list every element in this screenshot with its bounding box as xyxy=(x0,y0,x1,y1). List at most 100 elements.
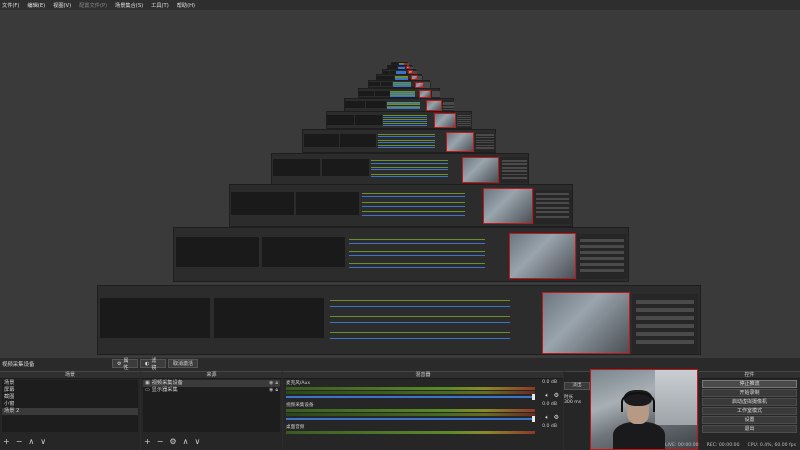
volume-slider-handle[interactable] xyxy=(532,416,535,422)
nested-scenes-list xyxy=(303,133,339,147)
chevron-down-icon[interactable]: ∨ xyxy=(40,437,46,446)
menu-scene-collection[interactable]: 场景集合(S) xyxy=(115,2,143,9)
sources-list: ▣ 视频采集设备 ◉ 🔒︎ ▭ 显示器采集 ◉ 🔒︎ xyxy=(143,380,280,432)
speaker-icon[interactable]: 🔈︎ xyxy=(545,392,549,400)
nested-sources-list xyxy=(380,82,393,87)
nested-control-button xyxy=(457,121,472,123)
nested-control-button xyxy=(413,73,417,75)
source-item[interactable]: ▭ 显示器采集 ◉ 🔒︎ xyxy=(143,387,280,394)
nested-meter xyxy=(362,202,465,204)
scene-item-selected[interactable]: 场景 2 xyxy=(2,408,138,415)
nested-slider xyxy=(349,243,486,245)
nested-slider xyxy=(392,86,412,88)
sources-title: 来源 xyxy=(141,372,282,379)
nested-control-button xyxy=(580,250,624,254)
studio-mode-button[interactable]: 工作室模式 xyxy=(702,407,797,415)
volume-meter xyxy=(286,409,535,412)
nested-control-button xyxy=(636,332,694,336)
nested-obs-window xyxy=(368,80,431,88)
duration-field[interactable]: 300 ms xyxy=(564,400,590,405)
lock-icon[interactable]: 🔒︎ xyxy=(275,380,278,387)
nested-control-button xyxy=(636,316,694,320)
nested-obs-window xyxy=(271,153,529,185)
menu-profile[interactable]: 配置文件(P) xyxy=(79,2,107,9)
nested-scenes-list xyxy=(369,82,381,87)
nested-meter xyxy=(371,173,448,175)
properties-button[interactable]: ⚙ 属性 xyxy=(112,358,138,371)
nested-sources-list xyxy=(321,159,369,177)
nested-sources-list xyxy=(366,101,387,109)
gear-icon[interactable]: ⚙ xyxy=(169,437,176,446)
menu-edit[interactable]: 编辑(E) xyxy=(27,2,45,9)
lock-icon[interactable]: 🔒︎ xyxy=(275,387,278,394)
transition-select[interactable]: 淡出 xyxy=(564,382,590,390)
source-item[interactable]: ▣ 视频采集设备 ◉ 🔒︎ xyxy=(143,380,280,387)
nested-meter xyxy=(349,238,486,240)
mixer-track: 麦克风/Aux 0.0 dB 🔈︎ ⚙ xyxy=(283,379,563,401)
nested-control-button xyxy=(475,147,495,149)
nested-control-button xyxy=(501,166,527,169)
nested-control-button xyxy=(424,86,431,88)
nested-scenes-list xyxy=(359,90,375,97)
cpu-status: CPU: 0.4%, 60.00 fps xyxy=(747,442,796,448)
nested-scenes-list xyxy=(272,159,320,177)
mixer-title: 混音器 xyxy=(283,372,563,379)
menu-file[interactable]: 文件(F) xyxy=(2,2,19,9)
nested-control-button xyxy=(475,137,495,139)
scene-item[interactable]: 截图 xyxy=(2,394,138,401)
sources-footer: + − ⚙ ∧ ∨ xyxy=(144,437,200,446)
gear-icon[interactable]: ⚙ xyxy=(554,392,559,399)
minus-icon[interactable]: − xyxy=(157,437,164,446)
nested-slider xyxy=(396,72,407,74)
nested-obs-window xyxy=(302,129,496,153)
menu-tools[interactable]: 工具(T) xyxy=(151,2,169,9)
preview-canvas[interactable] xyxy=(0,10,800,358)
scene-item[interactable]: 屏幕 xyxy=(2,387,138,394)
plus-icon[interactable]: + xyxy=(144,437,151,446)
camera-wall xyxy=(654,370,697,426)
nested-meter xyxy=(349,262,486,264)
filters-button[interactable]: ◐ 滤镜 xyxy=(140,358,166,371)
eye-icon[interactable]: ◉ xyxy=(269,380,273,387)
nested-scenes-list xyxy=(175,237,259,268)
nested-obs-window xyxy=(344,98,455,112)
deactivate-button[interactable]: 取消激活 xyxy=(168,359,198,368)
filter-icon: ◐ xyxy=(145,360,150,367)
scene-item[interactable]: 场景 xyxy=(2,380,138,387)
nested-obs-window xyxy=(387,65,413,70)
plus-icon[interactable]: + xyxy=(3,437,10,446)
chevron-up-icon[interactable]: ∧ xyxy=(28,437,34,446)
volume-slider[interactable] xyxy=(286,418,535,420)
nested-sources-list xyxy=(385,75,395,79)
chevron-up-icon[interactable]: ∧ xyxy=(183,437,189,446)
nested-meter xyxy=(362,211,465,213)
menu-help[interactable]: 帮助(H) xyxy=(177,2,195,9)
nested-control-button xyxy=(457,115,472,117)
scenes-list: 场景 屏幕 截图 小窗 场景 2 xyxy=(2,380,138,432)
start-virtual-camera-button[interactable]: 启动虚拟摄像机 xyxy=(702,398,797,406)
stop-streaming-button[interactable]: 停止推流 xyxy=(702,380,797,388)
nested-obs-window xyxy=(358,88,441,99)
minus-icon[interactable]: − xyxy=(16,437,23,446)
volume-slider-handle[interactable] xyxy=(532,394,535,400)
eye-icon[interactable]: ◉ xyxy=(269,387,273,394)
exit-button[interactable]: 退出 xyxy=(702,425,797,433)
nested-slider xyxy=(383,124,427,126)
nested-control-button xyxy=(536,215,570,219)
nested-obs-window xyxy=(97,285,701,355)
chevron-down-icon[interactable]: ∨ xyxy=(194,437,200,446)
nested-meter xyxy=(362,192,465,194)
menu-view[interactable]: 视图(V) xyxy=(53,2,71,9)
speaker-icon[interactable]: 🔈︎ xyxy=(545,414,549,422)
nested-control-button xyxy=(457,119,472,121)
scene-item[interactable]: 小窗 xyxy=(2,401,138,408)
nested-camera-preview xyxy=(461,156,500,184)
nested-slider xyxy=(362,214,465,216)
nested-obs-window xyxy=(173,227,629,282)
settings-button[interactable]: 设置 xyxy=(702,416,797,424)
volume-meter xyxy=(286,413,535,416)
nested-control-button xyxy=(457,125,472,127)
start-recording-button[interactable]: 开始录制 xyxy=(702,389,797,397)
volume-slider[interactable] xyxy=(286,396,535,398)
gear-icon[interactable]: ⚙ xyxy=(554,414,559,421)
